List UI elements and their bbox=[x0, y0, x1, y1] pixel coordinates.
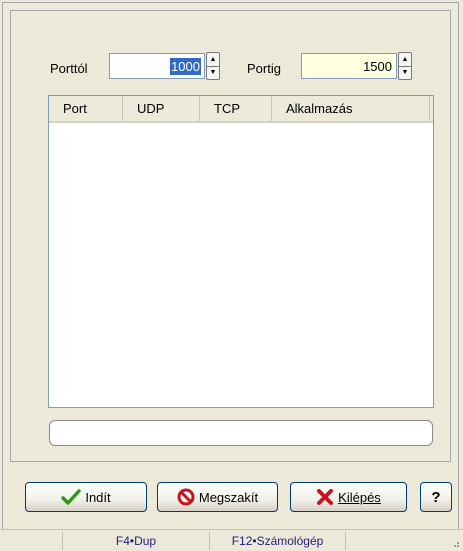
help-button-label: ? bbox=[431, 488, 441, 506]
column-application[interactable]: Alkalmazás bbox=[272, 96, 430, 121]
status-bar: F4•Dup F12•Számológép bbox=[0, 529, 463, 551]
start-button-label: Indít bbox=[85, 489, 111, 505]
column-port[interactable]: Port bbox=[49, 96, 123, 121]
column-tcp[interactable]: TCP bbox=[200, 96, 272, 121]
spin-down-icon[interactable]: ▼ bbox=[399, 66, 411, 79]
spin-down-icon[interactable]: ▼ bbox=[207, 66, 219, 79]
list-header: Port UDP TCP Alkalmazás bbox=[49, 96, 433, 123]
port-to-value: 1500 bbox=[363, 59, 392, 74]
red-x-icon bbox=[317, 489, 334, 505]
checkmark-icon bbox=[61, 489, 82, 505]
port-to-input[interactable]: 1500 bbox=[301, 53, 397, 79]
port-to-label: Portig bbox=[247, 61, 281, 76]
column-udp[interactable]: UDP bbox=[123, 96, 200, 121]
help-button[interactable]: ? bbox=[420, 482, 452, 512]
no-entry-icon bbox=[177, 488, 195, 506]
port-to-spinner[interactable]: ▲ ▼ bbox=[398, 52, 412, 80]
cancel-button[interactable]: Megszakít bbox=[157, 482, 278, 512]
port-from-spinner[interactable]: ▲ ▼ bbox=[206, 52, 220, 80]
cancel-button-label: Megszakít bbox=[198, 489, 259, 505]
port-from-input[interactable]: 1000 bbox=[109, 53, 205, 79]
port-from-value: 1000 bbox=[170, 58, 201, 75]
spin-up-icon[interactable]: ▲ bbox=[399, 53, 411, 67]
port-from-label: Porttól bbox=[50, 61, 88, 76]
resize-grip-icon[interactable] bbox=[450, 538, 460, 548]
status-shortcut-calculator: F12•Számológép bbox=[209, 532, 346, 550]
port-results-list[interactable]: Port UDP TCP Alkalmazás bbox=[48, 95, 434, 408]
scan-progress-bar bbox=[49, 420, 433, 446]
exit-button-label: Kilépés bbox=[338, 489, 381, 505]
status-shortcut-dup: F4•Dup bbox=[62, 532, 209, 550]
spin-up-icon[interactable]: ▲ bbox=[207, 53, 219, 67]
exit-button[interactable]: Kilépés bbox=[290, 482, 407, 512]
start-button[interactable]: Indít bbox=[25, 482, 147, 512]
